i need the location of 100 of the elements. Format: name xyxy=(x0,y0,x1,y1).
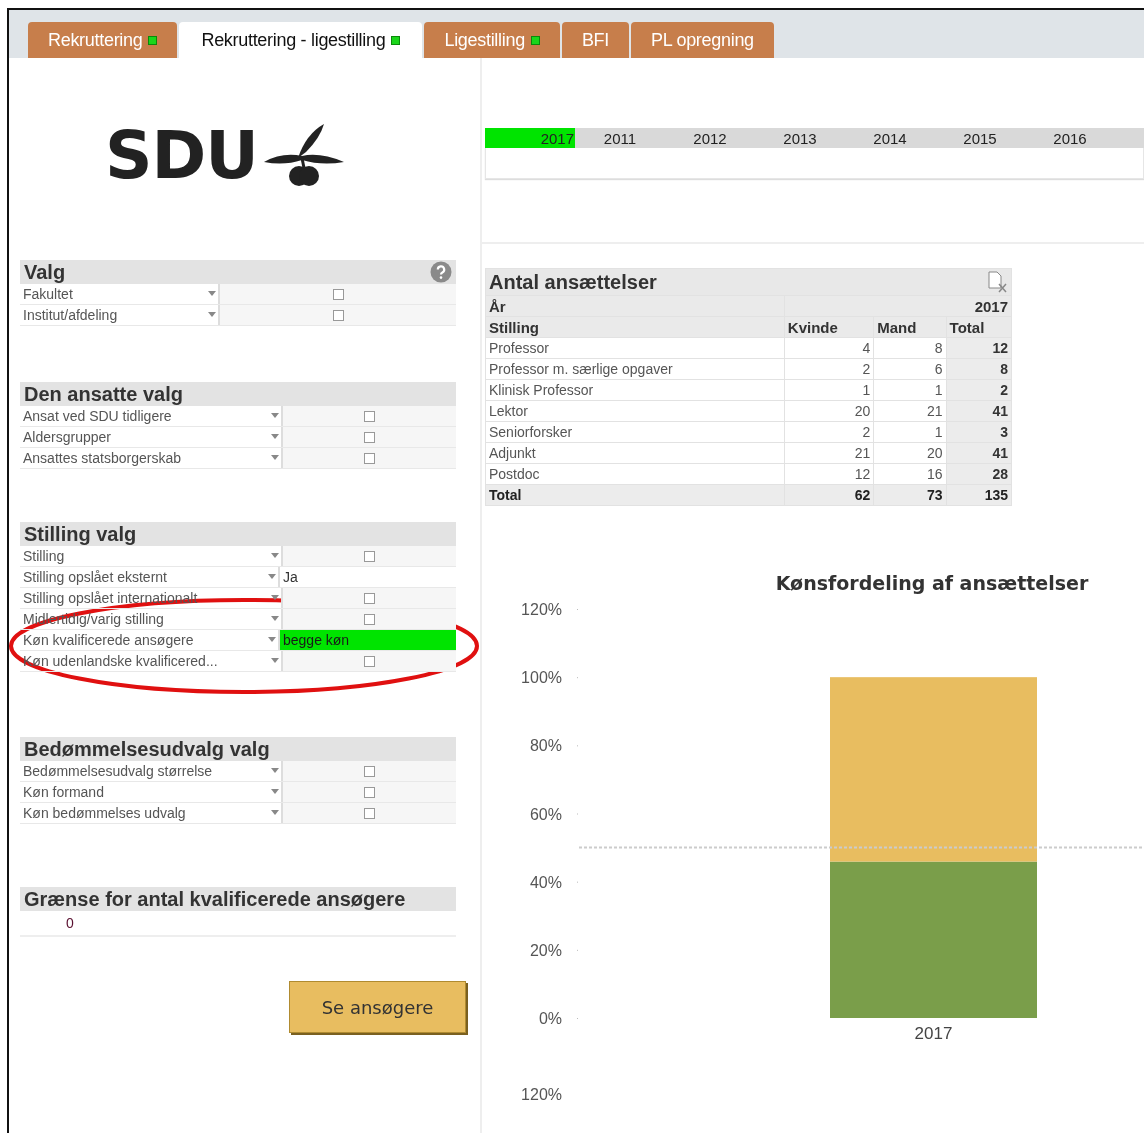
dropdown-caret-icon[interactable] xyxy=(208,291,216,297)
dropdown-caret-icon[interactable] xyxy=(271,810,279,816)
year-item[interactable]: 2012 xyxy=(665,128,755,148)
table-cell: 20 xyxy=(873,442,947,464)
logo-text: SDU xyxy=(105,116,258,194)
filter-label[interactable]: Ansat ved SDU tidligere xyxy=(20,406,271,426)
checkbox-icon[interactable] xyxy=(364,592,375,604)
table-cell: 2 xyxy=(784,421,874,443)
checkbox-icon[interactable] xyxy=(364,452,375,464)
filter-value-field[interactable] xyxy=(281,651,456,671)
axis-tick-label: 0% xyxy=(538,1010,562,1027)
category-label: 2017 xyxy=(914,1024,953,1043)
dropdown-caret-icon[interactable] xyxy=(208,312,216,318)
filter-label[interactable]: Køn bedømmelses udvalg xyxy=(20,803,271,823)
filter-value-field[interactable] xyxy=(218,305,456,325)
filter-label[interactable]: Stilling opslået eksternt xyxy=(20,567,268,587)
filter-label[interactable]: Stilling opslået internationalt xyxy=(20,588,271,608)
checkbox-icon[interactable] xyxy=(364,550,375,562)
checkbox-icon[interactable] xyxy=(332,288,344,300)
filter-value-field[interactable] xyxy=(281,782,456,802)
table-cell: Professor m. særlige opgaver xyxy=(485,358,785,380)
dropdown-caret-icon[interactable] xyxy=(271,658,279,664)
year-item[interactable]: 2017 xyxy=(485,128,575,148)
dropdown-caret-icon[interactable] xyxy=(271,434,279,440)
table-cell: 16 xyxy=(873,463,947,485)
year-item[interactable]: 2015 xyxy=(935,128,1025,148)
dropdown-caret-icon[interactable] xyxy=(271,789,279,795)
filter-value-field[interactable] xyxy=(281,761,456,781)
panel-title: Stilling valg xyxy=(24,522,137,546)
filter-value-field[interactable] xyxy=(281,427,456,447)
filter-label[interactable]: Køn udenlandske kvalificered... xyxy=(20,651,271,671)
export-document-icon[interactable] xyxy=(988,271,1008,293)
table-cell: 6 xyxy=(873,358,947,380)
checkbox-icon[interactable] xyxy=(364,655,375,667)
checkbox-icon[interactable] xyxy=(364,786,375,798)
filter-label[interactable]: Stilling xyxy=(20,546,271,566)
year-item[interactable]: 2016 xyxy=(1025,128,1115,148)
chart-title: Kønsfordeling af ansættelser xyxy=(775,572,1089,594)
dropdown-caret-icon[interactable] xyxy=(271,413,279,419)
table-cell: 4 xyxy=(784,337,874,359)
checkbox-icon[interactable] xyxy=(364,807,375,819)
filter-label[interactable]: Ansattes statsborgerskab xyxy=(20,448,271,468)
checkbox-icon[interactable] xyxy=(364,431,375,443)
filter-value-field[interactable] xyxy=(281,609,456,629)
checkbox-icon[interactable] xyxy=(364,765,375,777)
year-item[interactable]: 2013 xyxy=(755,128,845,148)
dropdown-caret-icon[interactable] xyxy=(271,553,279,559)
filter-value-field[interactable] xyxy=(281,803,456,823)
axis-tick-label: 40% xyxy=(529,873,562,891)
axis-tick-label: 100% xyxy=(521,669,562,687)
table-title: Antal ansættelser xyxy=(489,270,657,294)
table-header: 2017 xyxy=(784,295,1012,317)
filter-label[interactable]: Aldersgrupper xyxy=(20,427,271,447)
table-header: År xyxy=(485,295,785,317)
filter-label[interactable]: Bedømmelsesudvalg størrelse xyxy=(20,761,271,781)
dropdown-caret-icon[interactable] xyxy=(271,455,279,461)
dropdown-caret-icon[interactable] xyxy=(271,595,279,601)
table-cell: 12 xyxy=(784,463,874,485)
filter-value[interactable]: begge køn xyxy=(278,630,456,650)
table-cell: 1 xyxy=(873,379,947,401)
year-item[interactable]: 2011 xyxy=(575,128,665,148)
filter-value-field[interactable] xyxy=(281,448,456,468)
table-cell: Klinisk Professor xyxy=(485,379,785,401)
filter-label[interactable]: Fakultet xyxy=(20,284,208,304)
checkbox-icon[interactable] xyxy=(364,410,375,422)
tab[interactable]: Rekruttering - ligestilling xyxy=(179,22,423,58)
table-cell: Professor xyxy=(485,337,785,359)
table-cell: 20 xyxy=(784,400,874,422)
table-cell: Lektor xyxy=(485,400,785,422)
show-applicants-button[interactable]: Se ansøgere xyxy=(289,981,466,1033)
axis-tick-label: 120% xyxy=(521,601,562,618)
filter-value-field[interactable] xyxy=(281,588,456,608)
filter-label[interactable]: Køn formand xyxy=(20,782,271,802)
dropdown-caret-icon[interactable] xyxy=(268,637,276,643)
table-cell: 8 xyxy=(873,337,947,359)
filter-value-field[interactable] xyxy=(218,284,456,304)
table-cell: 2 xyxy=(784,358,874,380)
filter-label[interactable]: Institut/afdeling xyxy=(20,305,208,325)
checkbox-icon[interactable] xyxy=(364,613,375,625)
dropdown-caret-icon[interactable] xyxy=(271,616,279,622)
table-cell: 1 xyxy=(784,379,874,401)
year-item[interactable]: 2014 xyxy=(845,128,935,148)
limit-value[interactable]: 0 xyxy=(66,915,74,931)
axis-tick-label: 120% xyxy=(521,1086,562,1103)
filter-value-field[interactable] xyxy=(281,406,456,426)
table-cell: 21 xyxy=(873,400,947,422)
panel-title: Valg xyxy=(24,260,66,284)
table-cell: 21 xyxy=(784,442,874,464)
filter-value-field[interactable] xyxy=(281,546,456,566)
column-header: Stilling xyxy=(485,316,785,338)
dropdown-caret-icon[interactable] xyxy=(271,768,279,774)
panel-title: Grænse for antal kvalificerede ansøgere xyxy=(24,887,406,911)
panel-title: Bedømmelsesudvalg valg xyxy=(24,737,270,761)
dropdown-caret-icon[interactable] xyxy=(268,574,276,580)
filter-label[interactable]: Køn kvalificerede ansøgere xyxy=(20,630,268,650)
table-cell: Seniorforsker xyxy=(485,421,785,443)
checkbox-icon[interactable] xyxy=(332,309,344,321)
help-icon[interactable] xyxy=(430,261,452,283)
panel-title: Den ansatte valg xyxy=(24,382,183,406)
axis-tick-label: 60% xyxy=(529,805,562,823)
